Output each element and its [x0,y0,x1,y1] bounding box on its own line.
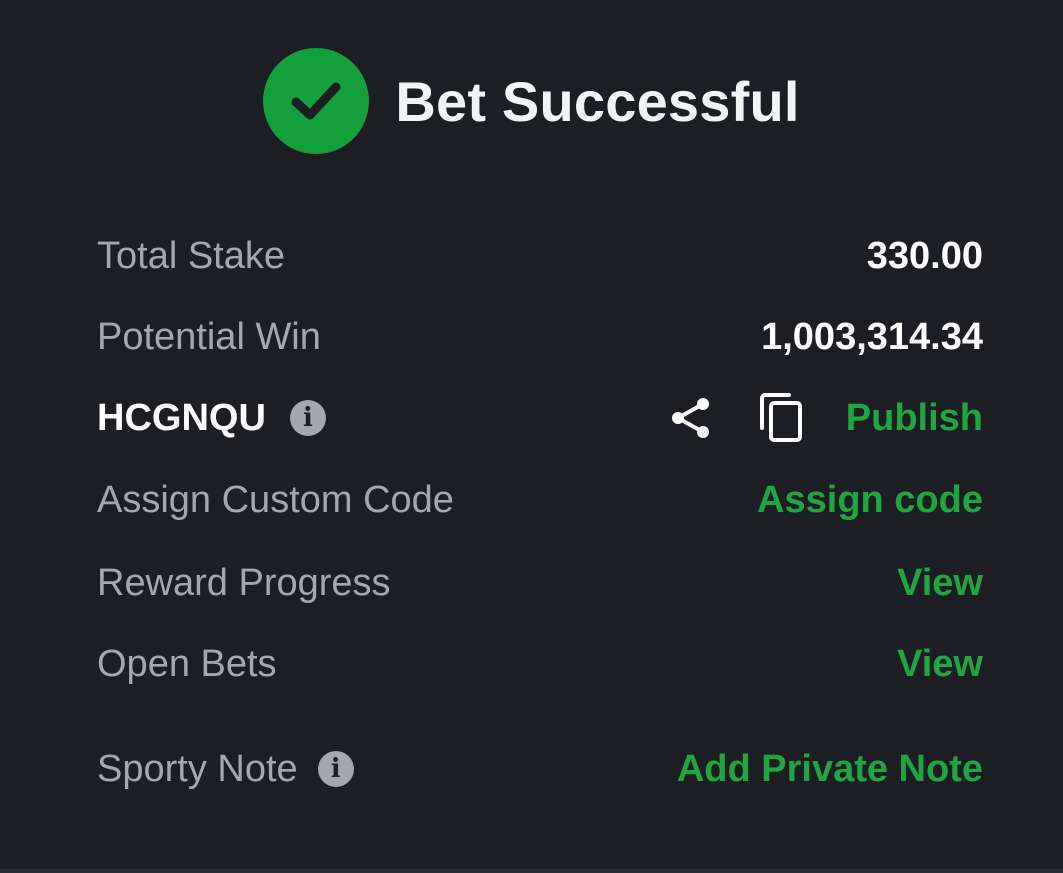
custom-code-row: Assign Custom Code Assign code [97,470,983,530]
total-stake-value: 330.00 [866,234,983,277]
copy-icon[interactable] [758,392,804,444]
reward-view-button[interactable]: View [897,562,983,605]
open-bets-view-button[interactable]: View [897,643,983,686]
booking-actions: Publish [668,392,983,444]
booking-code-group: HCGNQU i [97,397,326,440]
assign-code-button[interactable]: Assign code [757,479,983,522]
reward-progress-label: Reward Progress [97,561,391,604]
success-header: Bet Successful [0,46,1063,156]
reward-progress-row: Reward Progress View [97,553,983,613]
sporty-note-group: Sporty Note i [97,748,354,791]
potential-win-value: 1,003,314.34 [761,315,983,358]
check-circle-icon [263,48,370,154]
divider [0,869,1063,873]
open-bets-row: Open Bets View [97,634,983,694]
custom-code-label: Assign Custom Code [97,478,454,521]
note-info-icon[interactable]: i [317,751,354,787]
page-title: Bet Successful [395,69,800,133]
info-icon[interactable]: i [289,400,326,436]
bet-success-panel: Bet Successful Total Stake 330.00 Potent… [0,0,1063,873]
open-bets-label: Open Bets [97,642,277,685]
total-stake-row: Total Stake 330.00 [97,226,983,286]
publish-button[interactable]: Publish [846,397,983,440]
booking-code-row: HCGNQU i Publish [97,388,983,448]
sporty-note-row: Sporty Note i Add Private Note [97,739,983,799]
potential-win-row: Potential Win 1,003,314.34 [97,307,983,367]
booking-code: HCGNQU [97,396,266,439]
share-icon[interactable] [668,395,714,441]
sporty-note-label: Sporty Note [97,747,298,790]
add-private-note-button[interactable]: Add Private Note [677,748,983,791]
potential-win-label: Potential Win [97,315,321,358]
total-stake-label: Total Stake [97,234,285,277]
